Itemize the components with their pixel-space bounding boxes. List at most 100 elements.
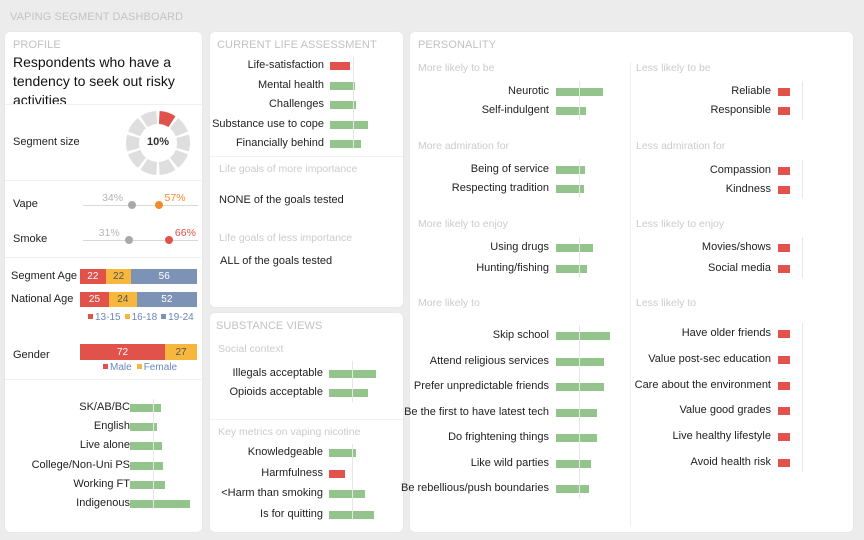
gender-segment: 72 bbox=[80, 344, 166, 360]
age-legend-item: 19-24 bbox=[161, 312, 194, 323]
index-bar-positive bbox=[556, 332, 611, 340]
index-label: Care about the environment bbox=[634, 378, 771, 391]
reference-line bbox=[802, 237, 803, 278]
social-context-heading: Social context bbox=[218, 343, 284, 355]
divider bbox=[5, 379, 202, 380]
index-label: Compassion bbox=[709, 164, 771, 176]
index-label: Using drugs bbox=[490, 241, 549, 253]
index-label: Live alone bbox=[79, 439, 130, 452]
donut-segment-empty bbox=[128, 149, 147, 168]
index-bar-negative bbox=[778, 244, 790, 252]
substance-views-title: SUBSTANCE VIEWS bbox=[216, 320, 323, 332]
index-label: Value good grades bbox=[679, 404, 771, 417]
age-segment: 22 bbox=[80, 269, 106, 284]
index-label: Illegals acceptable bbox=[232, 367, 323, 379]
reference-line bbox=[353, 57, 354, 149]
gender-legend: Male Female bbox=[103, 362, 182, 373]
divider bbox=[5, 257, 202, 258]
national-dot bbox=[124, 236, 133, 244]
reference-line bbox=[579, 159, 580, 198]
substance-views-card: SUBSTANCE VIEWS Social context Key metri… bbox=[210, 313, 403, 532]
index-bar-positive bbox=[330, 81, 356, 90]
age-segment: 25 bbox=[80, 292, 109, 307]
index-bar-negative bbox=[778, 407, 790, 416]
donut-segment-empty bbox=[169, 118, 188, 137]
usage-track bbox=[83, 240, 198, 241]
index-label: Being of service bbox=[470, 163, 549, 175]
index-bar-negative bbox=[329, 469, 346, 478]
index-bar-positive bbox=[556, 107, 586, 115]
index-bar-negative bbox=[778, 459, 790, 467]
less-importance-heading: Life goals of less importance bbox=[219, 232, 353, 244]
reference-line bbox=[802, 81, 803, 120]
age-segment: 22 bbox=[105, 269, 132, 284]
segment-pct: 57% bbox=[164, 192, 186, 204]
index-label: Be the first to have latest tech bbox=[404, 405, 549, 418]
index-label: Respecting tradition bbox=[451, 182, 549, 194]
reference-line bbox=[579, 325, 580, 498]
index-bar-negative bbox=[778, 381, 790, 390]
usage-label: Vape bbox=[13, 198, 38, 210]
legend-label: 16-18 bbox=[131, 312, 158, 323]
personality-less-heading: Less likely to enjoy bbox=[636, 218, 725, 230]
index-bar-negative bbox=[778, 355, 790, 364]
age-legend-item: 13-15 bbox=[88, 312, 121, 323]
index-bar-negative bbox=[778, 330, 790, 338]
index-bar-positive bbox=[329, 490, 366, 498]
donut-segment-empty bbox=[169, 149, 188, 168]
segment-dot bbox=[164, 236, 173, 244]
age-legend: 13-15 16-18 19-24 bbox=[88, 312, 198, 323]
profile-title: PROFILE bbox=[13, 39, 61, 51]
index-label: Live healthy lifestyle bbox=[672, 430, 771, 443]
index-label: Reliable bbox=[731, 85, 771, 97]
index-label: Social media bbox=[708, 262, 771, 274]
age-segment: 24 bbox=[108, 292, 137, 307]
segment-size-value: 10% bbox=[146, 136, 170, 148]
personality-less-heading: Less admiration for bbox=[636, 140, 726, 152]
dashboard-title: VAPING SEGMENT DASHBOARD bbox=[10, 11, 184, 23]
index-bar-positive bbox=[330, 120, 368, 129]
segment-dot bbox=[154, 201, 163, 209]
legend-swatch bbox=[88, 313, 93, 319]
index-bar-positive bbox=[556, 383, 605, 391]
personality-more-heading: More likely to bbox=[418, 297, 480, 309]
segment-size-label: Segment size bbox=[13, 136, 80, 148]
index-bar-positive bbox=[556, 357, 605, 366]
legend-swatch bbox=[124, 313, 130, 319]
index-label: Life-satisfaction bbox=[247, 59, 324, 71]
national-pct: 34% bbox=[102, 192, 124, 204]
index-bar-negative bbox=[778, 433, 790, 442]
age-legend-item: 16-18 bbox=[124, 312, 158, 323]
index-label: Substance use to cope bbox=[212, 117, 324, 130]
index-label: SK/AB/BC bbox=[79, 401, 130, 413]
divider bbox=[210, 156, 403, 157]
gender-segment: 27 bbox=[165, 344, 197, 360]
index-label: Neurotic bbox=[508, 85, 549, 97]
reference-line bbox=[802, 160, 803, 199]
index-bar-negative bbox=[330, 62, 350, 70]
legend-swatch bbox=[161, 313, 167, 319]
reference-line bbox=[579, 81, 580, 120]
index-label: College/Non-Uni PS bbox=[31, 458, 130, 471]
index-bar-positive bbox=[556, 434, 597, 442]
personality-title: PERSONALITY bbox=[418, 39, 497, 51]
index-label: Working FT bbox=[73, 477, 130, 490]
gender-label: Gender bbox=[13, 349, 50, 361]
index-label: Challenges bbox=[268, 98, 324, 110]
index-bar-positive bbox=[556, 408, 597, 417]
age-segment: 56 bbox=[131, 269, 197, 284]
index-label: Skip school bbox=[492, 329, 549, 341]
index-bar-positive bbox=[556, 244, 594, 252]
legend-label: 19-24 bbox=[168, 312, 194, 323]
more-importance-text: NONE of the goals tested bbox=[219, 194, 344, 206]
index-bar-negative bbox=[778, 88, 790, 96]
index-label: Avoid health risk bbox=[690, 456, 771, 468]
index-label: Harmfulness bbox=[261, 466, 323, 479]
key-metrics-heading: Key metrics on vaping nicotine bbox=[218, 426, 361, 438]
index-bar-positive bbox=[556, 485, 589, 493]
life-assessment-card: CURRENT LIFE ASSESSMENT Life goals of mo… bbox=[210, 32, 403, 307]
age-row-label: Segment Age bbox=[11, 270, 78, 282]
index-label: Be rebellious/push boundaries bbox=[401, 482, 549, 494]
divider bbox=[5, 180, 202, 181]
gender-legend-item: Male bbox=[103, 362, 132, 373]
